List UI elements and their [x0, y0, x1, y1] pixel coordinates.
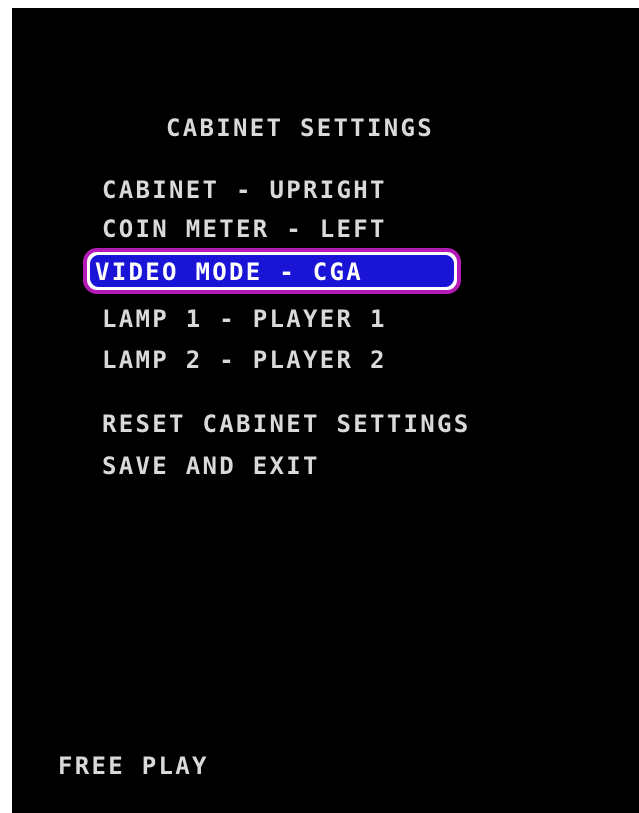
menu-item-video-mode-selected[interactable]: VIDEO MODE - CGA [83, 248, 461, 294]
credit-status: FREE PLAY [58, 752, 209, 780]
game-screen: CABINET SETTINGS CABINET - UPRIGHT COIN … [12, 8, 639, 813]
menu-item-coin-meter[interactable]: COIN METER - LEFT [102, 217, 387, 241]
screen-title: CABINET SETTINGS [166, 114, 434, 142]
menu-item-lamp-1[interactable]: LAMP 1 - PLAYER 1 [102, 307, 387, 331]
menu-item-reset-cabinet-settings[interactable]: RESET CABINET SETTINGS [102, 412, 470, 436]
menu-item-lamp-2[interactable]: LAMP 2 - PLAYER 2 [102, 348, 387, 372]
menu-item-save-and-exit[interactable]: SAVE AND EXIT [102, 454, 320, 478]
menu-item-video-mode-label: VIDEO MODE - CGA [95, 258, 363, 286]
selection-highlight: VIDEO MODE - CGA [90, 255, 454, 287]
menu-item-cabinet[interactable]: CABINET - UPRIGHT [102, 178, 387, 202]
